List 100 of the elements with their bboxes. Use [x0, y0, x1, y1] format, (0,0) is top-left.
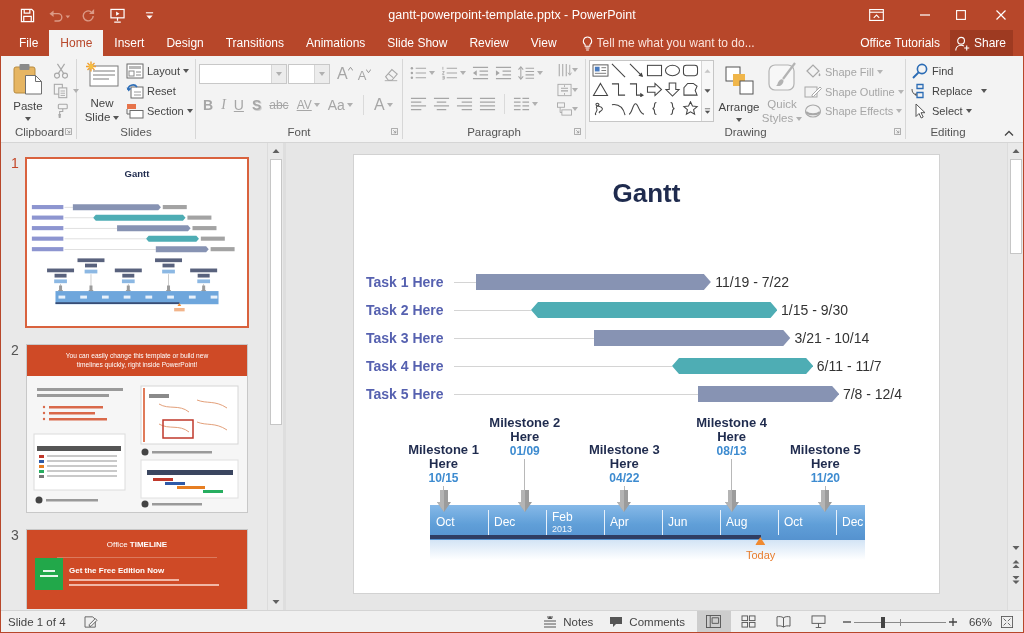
ribbon-tab[interactable]: Review [458, 30, 520, 56]
milestone-date: 01/09 [509, 444, 540, 459]
freeform-icon[interactable] [682, 82, 699, 97]
ribbon-display-options-icon[interactable] [869, 9, 884, 21]
normal-view-button[interactable] [696, 611, 731, 632]
ribbon-button[interactable]: Select [911, 101, 988, 121]
slide-show-icon [811, 615, 827, 628]
ribbon-tab[interactable]: Home [49, 30, 104, 56]
ribbon-tab[interactable]: Animations [295, 30, 377, 56]
arrange-button[interactable]: Arrange [717, 60, 761, 124]
close-icon[interactable] [996, 10, 1006, 20]
ribbon-tab[interactable]: View [519, 30, 568, 56]
next-slide-icon[interactable] [1011, 575, 1020, 585]
comments-button[interactable]: Comments [609, 615, 685, 628]
new-slide-icon [85, 61, 119, 87]
milestone-label: Milestone 3 Here [587, 443, 661, 471]
zoom-level-button[interactable]: 66% [968, 615, 992, 628]
task-label: Task 1 Here [366, 273, 444, 291]
ribbon-tab[interactable]: File [8, 30, 50, 56]
zoom-slider[interactable] [853, 615, 946, 628]
scrollbar-thumb[interactable] [1009, 159, 1022, 254]
start-slideshow-icon[interactable] [110, 7, 125, 23]
account-name[interactable]: Office Tutorials [850, 30, 950, 56]
dialog-launcher-icon[interactable] [65, 128, 72, 135]
month-label: Oct [436, 516, 455, 529]
notes-button[interactable]: Notes [543, 615, 594, 628]
ribbon-button[interactable]: Replace [911, 81, 988, 101]
rounded-rectangle-icon[interactable] [682, 63, 699, 78]
slider-thumb[interactable] [881, 616, 886, 628]
month-label: Dec [842, 516, 864, 529]
curve-icon[interactable] [628, 101, 645, 116]
download-tile-icon [35, 558, 63, 590]
caret-icon [897, 89, 904, 94]
more-icon[interactable] [704, 108, 711, 114]
scroll-down-icon[interactable] [704, 88, 711, 94]
section-icon [126, 103, 144, 119]
today-label: Today [745, 549, 776, 562]
clipboard-icon [13, 63, 43, 95]
scroll-down-icon[interactable] [1011, 545, 1020, 551]
ribbon-button[interactable]: Find [911, 61, 988, 81]
scroll-up-icon[interactable] [1011, 148, 1020, 154]
task-dates: 3/21 - 10/14 [794, 329, 870, 347]
caret-icon [981, 89, 988, 93]
down-arrow-icon [818, 490, 833, 512]
down-arrow-icon[interactable] [664, 82, 681, 97]
triangle-icon [755, 537, 766, 545]
scroll-down-icon[interactable] [271, 599, 280, 605]
zoom-in-icon[interactable] [948, 617, 957, 626]
dialog-launcher-icon[interactable] [574, 128, 581, 135]
scroll-up-icon[interactable] [271, 148, 280, 154]
paste-button[interactable]: Paste [8, 59, 48, 124]
slide-number: 2 [11, 343, 19, 357]
customize-icon[interactable] [145, 9, 154, 21]
brush-icon [767, 61, 797, 93]
save-icon[interactable] [20, 7, 35, 23]
caret-icon[interactable] [25, 117, 31, 121]
dialog-launcher-icon[interactable] [894, 128, 901, 135]
caret-icon [183, 69, 190, 73]
group-label: Editing [930, 125, 966, 138]
ribbon-tab[interactable]: Slide Show [376, 30, 459, 56]
month-label: Apr [610, 516, 629, 529]
ribbon-tab[interactable]: Insert [103, 30, 156, 56]
caret-icon [965, 109, 972, 113]
ribbon-button[interactable]: Reset [126, 81, 193, 101]
oval-icon[interactable] [664, 63, 681, 78]
right-arrow-icon[interactable] [646, 82, 663, 97]
scrollbar-thumb[interactable] [269, 159, 282, 425]
month-label: Jun [668, 516, 688, 529]
ribbon-button[interactable]: Layout [126, 61, 193, 81]
notes-page-icon[interactable] [83, 615, 98, 628]
caret-icon[interactable] [736, 117, 742, 122]
line-icon[interactable] [610, 63, 627, 78]
ribbon-tab[interactable]: Transitions [214, 30, 295, 56]
text-box-icon[interactable] [592, 63, 609, 78]
maximize-icon[interactable] [956, 10, 966, 20]
previous-slide-icon[interactable] [1011, 559, 1020, 569]
slide-thumbnail[interactable]: Office TIMELINE Get the Free Edition Now [26, 529, 248, 609]
task-dates: 7/8 - 12/4 [842, 385, 903, 403]
lightbulb-icon [581, 35, 593, 51]
caret-icon[interactable] [113, 115, 120, 120]
triangle-icon[interactable] [592, 82, 609, 97]
share-button[interactable]: Share [949, 30, 1013, 56]
new-slide-button[interactable]: New Slide [81, 59, 123, 124]
fit-to-window-icon[interactable] [1000, 615, 1014, 628]
arc-icon[interactable] [610, 101, 627, 116]
arrange-icon [724, 63, 754, 96]
star-icon[interactable] [682, 101, 699, 116]
arrow-icon[interactable] [628, 63, 645, 78]
ribbon-button[interactable]: Section [126, 101, 193, 121]
slide-number: 1 [11, 156, 19, 170]
elbow-arrow-icon[interactable] [628, 82, 645, 97]
ribbon-tab[interactable]: Design [155, 30, 215, 56]
elbow-connector-icon[interactable] [610, 82, 627, 97]
slide-title: Gantt [612, 178, 681, 208]
task-dates: 6/11 - 11/7 [816, 357, 882, 375]
tell-me-field[interactable]: Tell me what you want to do... [596, 34, 777, 52]
thumbnail-headline: Get the Free Edition Now [69, 566, 166, 575]
dialog-launcher-icon[interactable] [391, 128, 398, 135]
collapse-ribbon-icon[interactable] [1004, 130, 1014, 136]
rectangle-icon[interactable] [646, 63, 663, 78]
